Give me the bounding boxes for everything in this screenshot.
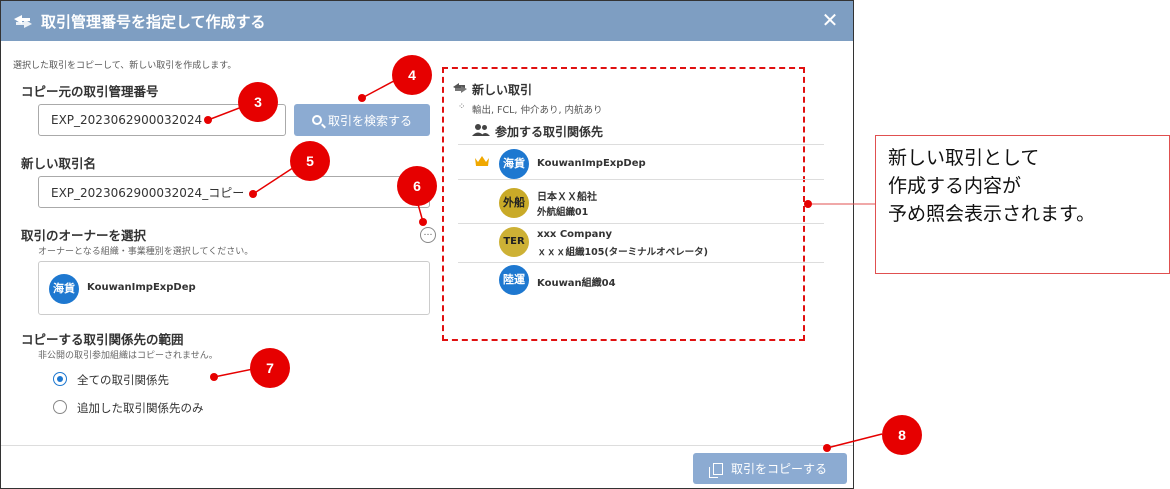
callout-dot [358, 94, 366, 102]
callout-dot [210, 373, 218, 381]
callout-8: 8 [882, 415, 922, 455]
callout-dot [823, 444, 831, 452]
note-line: 予め照会表示されます。 [888, 203, 1096, 225]
callout-dot [419, 218, 427, 226]
callout-5: 5 [290, 141, 330, 181]
callout-dot [804, 200, 812, 208]
callout-7: 7 [250, 348, 290, 388]
callout-3: 3 [238, 82, 278, 122]
callout-6: 6 [397, 166, 437, 206]
explanation-note: 新しい取引として 作成する内容が 予め照会表示されます。 [875, 135, 1170, 274]
callout-dot [249, 190, 257, 198]
callout-4: 4 [392, 55, 432, 95]
note-line: 新しい取引として [888, 147, 1040, 169]
note-line: 作成する内容が [888, 175, 1022, 197]
callout-dot [204, 116, 212, 124]
